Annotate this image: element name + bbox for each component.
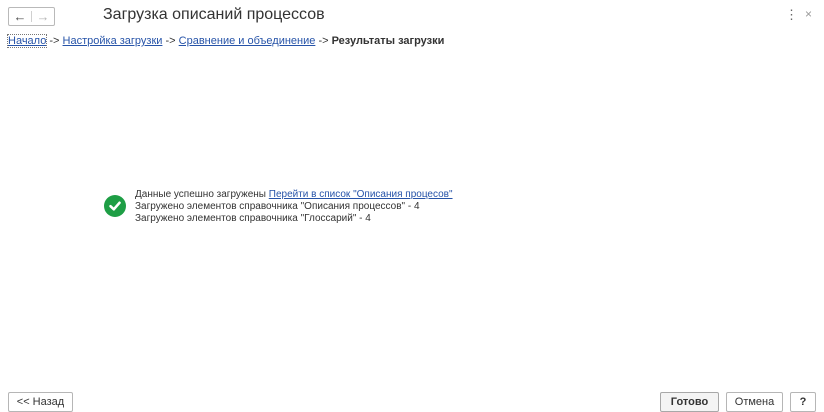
result-line-1: Данные успешно загружены Перейти в списо… [135, 189, 453, 201]
breadcrumb: Начало -> Настройка загрузки -> Сравнени… [6, 34, 445, 48]
done-button[interactable]: Готово [660, 392, 719, 412]
result-line-glossary: Загружено элементов справочника "Глоссар… [135, 213, 371, 224]
breadcrumb-link-start[interactable]: Начало [6, 34, 48, 48]
breadcrumb-separator: -> [165, 35, 176, 47]
breadcrumb-separator: -> [318, 35, 329, 47]
more-options-icon[interactable]: ⋮ [785, 8, 798, 21]
back-arrow-icon[interactable]: ← [9, 8, 31, 25]
breadcrumb-separator: -> [49, 35, 60, 47]
result-line-processes: Загружено элементов справочника "Описани… [135, 201, 420, 212]
breadcrumb-link-compare-merge[interactable]: Сравнение и объединение [179, 35, 316, 47]
forward-arrow-icon[interactable]: → [32, 8, 54, 25]
back-button[interactable]: << Назад [8, 392, 73, 412]
success-message: Данные успешно загружены [135, 189, 266, 200]
page-title: Загрузка описаний процессов [103, 6, 325, 23]
close-icon[interactable]: × [805, 8, 812, 20]
help-button[interactable]: ? [790, 392, 816, 412]
breadcrumb-link-load-settings[interactable]: Настройка загрузки [63, 35, 163, 47]
open-process-list-link[interactable]: Перейти в список "Описания процесов" [269, 189, 453, 200]
breadcrumb-current-results: Результаты загрузки [331, 35, 445, 47]
cancel-button[interactable]: Отмена [726, 392, 783, 412]
history-nav: ← → [8, 7, 55, 26]
result-messages: Данные успешно загружены Перейти в списо… [135, 189, 453, 225]
success-check-icon [104, 195, 126, 217]
result-panel: Данные успешно загружены Перейти в списо… [104, 189, 453, 225]
